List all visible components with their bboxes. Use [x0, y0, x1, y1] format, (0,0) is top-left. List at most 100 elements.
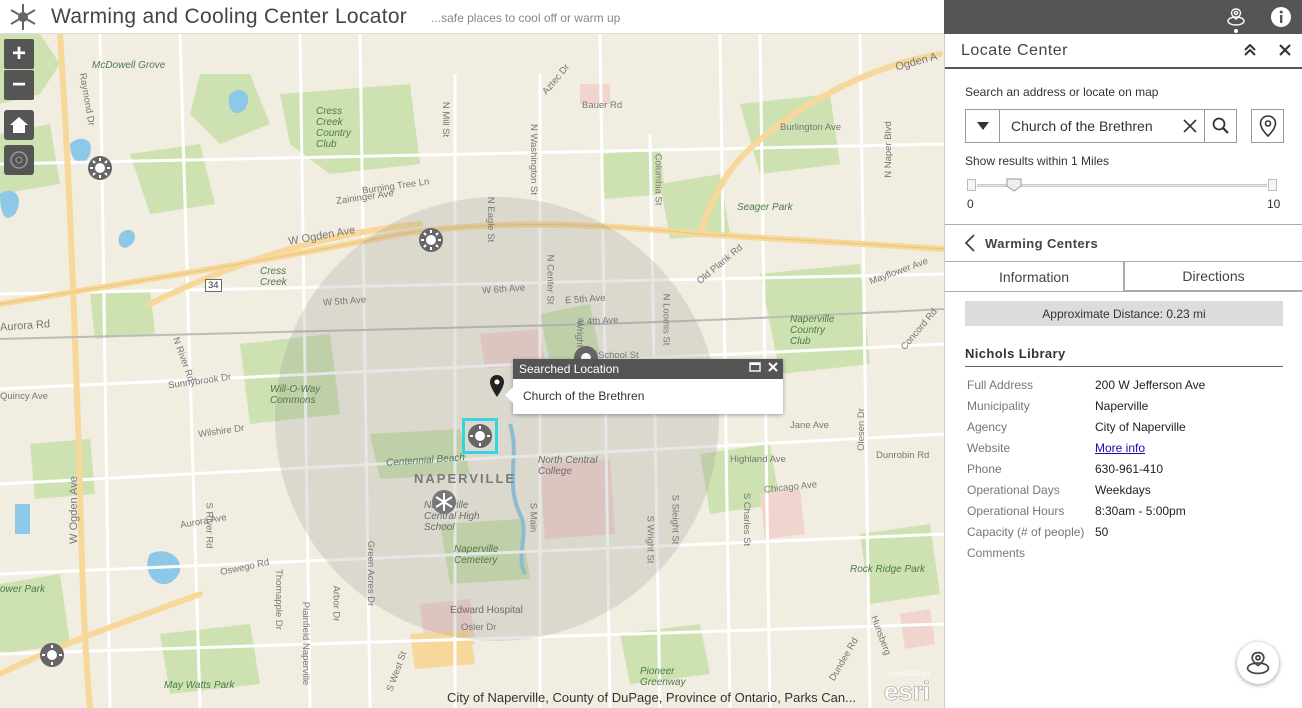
- distance-slider[interactable]: [967, 178, 1277, 194]
- map-label-plainfield: Plainfield Naperville: [300, 601, 312, 686]
- search-button[interactable]: [1204, 110, 1236, 142]
- searched-location-popup: Searched Location Church of the Brethren: [505, 359, 783, 414]
- info-row: Phone 630-961-410: [967, 458, 1205, 479]
- info-icon[interactable]: [1268, 4, 1294, 30]
- map-label-olesen: Olesen Dr: [855, 408, 867, 451]
- map-label-n-eagle: N Eagle St: [485, 196, 497, 243]
- zoom-in-button[interactable]: +: [4, 39, 34, 69]
- info-key: Municipality: [967, 398, 1030, 413]
- map-view[interactable]: McDowell Grove Cress Creek Country Club …: [0, 34, 944, 708]
- searched-location-pin-icon[interactable]: [490, 375, 504, 402]
- app-title: Warming and Cooling Center Locator: [51, 4, 408, 28]
- map-label-rock-ridge: Rock Ridge Park: [850, 564, 926, 575]
- map-label-naper: N Naper Blvd: [882, 121, 894, 178]
- back-to-list-row[interactable]: Warming Centers: [945, 224, 1302, 262]
- map-label-will-o-way: Will-O-Way Commons: [270, 384, 321, 406]
- info-row: Capacity (# of people) 50: [967, 521, 1205, 542]
- map-label-mcdowell: McDowell Grove: [92, 60, 166, 71]
- map-label-quincy: Quincy Ave: [0, 391, 48, 402]
- map-label-s-main: S Main: [527, 502, 539, 533]
- map-label-n-mill: N Mill St: [440, 101, 452, 138]
- slider-thumb[interactable]: [1006, 178, 1022, 192]
- tab-information[interactable]: Information: [945, 262, 1124, 291]
- map-label-s-wright: S Wright St: [644, 515, 656, 564]
- map-label-w-ogden-vert: W Ogden Ave: [67, 476, 80, 544]
- map-pin-icon: [1259, 115, 1276, 137]
- info-key: Comments: [967, 545, 1026, 560]
- map-label-s-sleight: S Sleight St: [669, 494, 681, 545]
- locate-widget-icon[interactable]: [1223, 4, 1249, 30]
- panel-close-icon[interactable]: [1277, 42, 1293, 58]
- clear-search-button[interactable]: [1176, 110, 1204, 142]
- center-marker-selected[interactable]: [467, 423, 493, 449]
- info-table: Full Address 200 W Jefferson Ave Municipa…: [967, 374, 1205, 563]
- center-marker-cooling[interactable]: [418, 227, 444, 253]
- zoom-out-button[interactable]: −: [4, 70, 34, 100]
- sun-marker-icon: [468, 424, 492, 448]
- collapse-up-icon[interactable]: [1242, 42, 1258, 58]
- info-row: Comments: [967, 542, 1205, 563]
- info-key: Full Address: [967, 377, 1034, 392]
- info-row: Operational Days Weekdays: [967, 479, 1205, 500]
- info-value: Weekdays: [1095, 482, 1151, 497]
- locate-widget-fab[interactable]: [1237, 642, 1279, 684]
- map-label-osler: Osler Dr: [461, 622, 497, 633]
- map-label-burlington: Burlington Ave: [780, 122, 842, 133]
- info-key: Agency: [967, 419, 1008, 434]
- caret-down-icon: [976, 122, 989, 130]
- home-button[interactable]: [4, 110, 34, 140]
- map-label-edward-hospital: Edward Hospital: [450, 605, 523, 616]
- search-input[interactable]: Church of the Brethren: [1000, 110, 1176, 142]
- info-value: 50: [1095, 524, 1109, 539]
- tab-directions[interactable]: Directions: [1124, 262, 1302, 291]
- map-label-bauer: Bauer Rd: [582, 100, 623, 111]
- map-label-s-river: S River Rd: [203, 502, 215, 549]
- info-row: Municipality Naperville: [967, 395, 1205, 416]
- top-toolbar: [944, 0, 1302, 34]
- info-row: Full Address 200 W Jefferson Ave: [967, 374, 1205, 395]
- locate-me-button[interactable]: [4, 145, 34, 175]
- search-icon: [1212, 117, 1229, 134]
- info-value: City of Naperville: [1095, 419, 1186, 434]
- range-min: 0: [967, 197, 974, 211]
- app-subtitle: ...safe places to cool off or warm up: [431, 11, 621, 25]
- center-marker-cooling[interactable]: [39, 642, 65, 668]
- snowflake-marker-icon: [432, 490, 456, 514]
- map-label-n-loomis: N Loomis St: [660, 293, 672, 346]
- search-source-dropdown[interactable]: [966, 110, 1000, 142]
- center-marker-cooling[interactable]: [87, 155, 113, 181]
- map-label-power-park: ower Park: [0, 584, 46, 595]
- info-key: Website: [967, 440, 1011, 455]
- route-34-shield: 34: [205, 279, 222, 292]
- map-label-seager: Seager Park: [737, 202, 793, 213]
- svg-text:esri: esri: [884, 676, 930, 706]
- slider-max-end: [1268, 179, 1277, 191]
- locate-on-map-button[interactable]: [1251, 109, 1284, 143]
- map-label-thornapple: Thornapple Dr: [272, 569, 284, 630]
- range-label: Show results within 1 Miles: [965, 154, 1110, 168]
- popup-body: Church of the Brethren: [523, 389, 645, 403]
- map-label-n-washington: N Washington St: [527, 124, 539, 195]
- info-key: Operational Hours: [967, 503, 1065, 518]
- range-max: 10: [1267, 197, 1281, 211]
- clear-icon: [1183, 119, 1197, 133]
- info-key: Phone: [967, 461, 1002, 476]
- search-box: Church of the Brethren: [965, 109, 1237, 143]
- center-marker-warming[interactable]: [431, 489, 457, 515]
- info-key: Operational Days: [967, 482, 1060, 497]
- map-label-naperville-cemetery: Naperville Cemetery: [454, 544, 499, 566]
- search-label: Search an address or locate on map: [965, 85, 1159, 99]
- map-attribution: City of Naperville, County of DuPage, Pr…: [447, 690, 856, 705]
- map-label-naperville-cc: Naperville Country Club: [790, 314, 835, 347]
- map-label-green-acres: Green Acres Dr: [365, 540, 377, 607]
- close-icon[interactable]: [767, 361, 779, 373]
- info-row: Operational Hours 8:30am - 5:00pm: [967, 500, 1205, 521]
- website-link[interactable]: More info: [1095, 441, 1145, 455]
- popup-title: Searched Location: [519, 362, 620, 376]
- map-label-may-watts: May Watts Park: [164, 680, 235, 691]
- info-row: Agency City of Naperville: [967, 416, 1205, 437]
- approximate-distance: Approximate Distance: 0.23 mi: [965, 301, 1283, 326]
- maximize-icon[interactable]: [749, 361, 761, 373]
- map-label-dunrobin: Dunrobin Rd: [876, 450, 930, 461]
- app-header: Warming and Cooling Center Locator ...sa…: [0, 0, 944, 34]
